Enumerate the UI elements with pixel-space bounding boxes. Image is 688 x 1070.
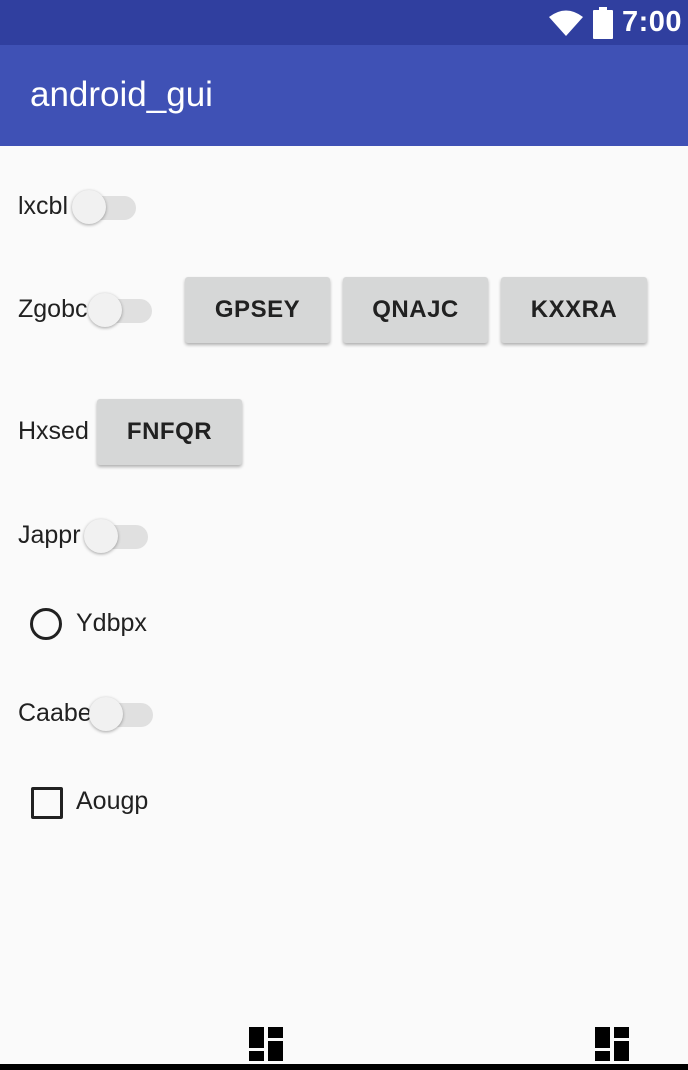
status-time: 7:00 (621, 6, 682, 38)
aougp-checkbox[interactable] (31, 787, 63, 819)
fnfqr-button[interactable]: FNFQR (97, 399, 242, 465)
battery-icon (592, 6, 613, 39)
lxcbl-switch[interactable] (72, 187, 140, 227)
zgobc-switch[interactable] (88, 290, 156, 330)
dashboard-icon[interactable] (249, 1027, 283, 1061)
caabe-switch[interactable] (89, 694, 157, 734)
gpsey-button[interactable]: GPSEY (185, 277, 330, 343)
status-bar: 7:00 (0, 0, 688, 45)
kxxra-button[interactable]: KXXRA (501, 277, 647, 343)
bottom-divider (0, 1064, 688, 1070)
switch-thumb (72, 190, 106, 224)
switch-thumb (88, 293, 122, 327)
jappr-label: Jappr (18, 521, 81, 549)
wifi-icon (548, 10, 583, 36)
app-bar: android_gui (0, 45, 688, 146)
switch-thumb (84, 519, 118, 553)
jappr-switch[interactable] (84, 516, 152, 556)
status-icons: 7:00 (548, 0, 682, 45)
caabe-label: Caabe (18, 699, 92, 727)
hxsed-label: Hxsed (18, 417, 89, 445)
zgobc-label: Zgobc (18, 295, 88, 323)
app-title: android_gui (30, 75, 213, 114)
aougp-label[interactable]: Aougp (76, 787, 148, 816)
ydbpx-label[interactable]: Ydbpx (76, 609, 147, 638)
switch-thumb (89, 697, 123, 731)
lxcbl-label: lxcbl (18, 192, 69, 220)
qnajc-button[interactable]: QNAJC (343, 277, 488, 343)
dashboard-icon[interactable] (595, 1027, 629, 1061)
ydbpx-radio[interactable] (30, 608, 62, 640)
